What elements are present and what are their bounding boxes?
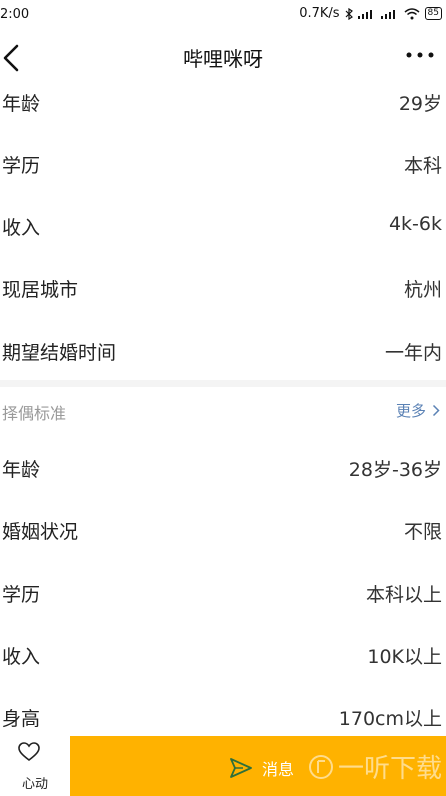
row-value: 本科 [403,155,442,177]
profile-row-age: 年龄 29岁 [0,82,446,122]
profile-row-income: 收入 4k-6k [0,206,446,246]
more-link-label: 更多 [395,402,426,420]
preference-row-marital-status: 婚姻状况 不限 [0,510,446,550]
status-time: 2:00 [0,7,30,22]
row-label: 收入 [2,217,41,239]
battery-indicator: 85 [424,7,442,20]
row-value: 29岁 [398,93,442,115]
more-link[interactable]: 更多 [396,400,440,421]
row-value: 10K以上 [367,646,442,668]
status-bar: 2:00 0.7K/s 85 [0,0,446,30]
signal-icon-2 [380,10,395,19]
row-value: 本科以上 [365,584,442,606]
row-label: 现居城市 [2,279,79,301]
row-label: 收入 [2,646,41,668]
row-value: 杭州 [403,279,442,301]
more-options-button[interactable] [400,40,440,70]
section-title: 择偶标准 [2,404,67,423]
profile-row-education: 学历 本科 [0,144,446,184]
profile-row-marriage-time: 期望结婚时间 一年内 [0,331,446,371]
row-label: 身高 [2,708,41,730]
send-icon [230,758,252,778]
row-label: 婚姻状况 [2,521,79,543]
preference-row-height: 身高 170cm以上 [0,697,446,737]
nav-bar: 哔哩咪呀 [0,30,446,84]
like-label: 心动 [21,777,48,792]
row-value: 一年内 [384,342,442,364]
row-value: 170cm以上 [338,708,442,730]
status-icons: 0.7K/s 85 [299,6,442,21]
profile-row-city: 现居城市 杭州 [0,268,446,308]
row-label: 期望结婚时间 [2,342,117,364]
preference-section-header: 择偶标准 更多 [0,392,446,428]
bluetooth-icon [345,7,353,20]
row-value: 不限 [403,521,442,543]
watermark: 一听下载 [308,748,442,785]
more-dots-icon [406,52,434,58]
message-label: 消息 [262,760,295,779]
preference-row-education: 学历 本科以上 [0,573,446,613]
message-button-content: 消息 [230,756,294,780]
page-title: 哔哩咪呀 [183,47,263,71]
preference-row-age: 年龄 28岁-36岁 [0,448,446,488]
row-value: 4k-6k [388,213,442,235]
chevron-right-icon [432,404,440,417]
row-label: 年龄 [2,93,41,115]
like-button[interactable]: 心动 [0,736,70,796]
wifi-icon [404,7,420,19]
row-label: 学历 [2,155,41,177]
signal-icon [357,10,372,19]
preference-row-income: 收入 10K以上 [0,635,446,675]
heart-icon [18,742,40,762]
bottom-action-bar: 心动 消息 一听下载 [0,736,446,796]
row-label: 学历 [2,584,41,606]
section-divider [0,380,446,387]
message-button[interactable]: 消息 一听下载 [70,736,446,796]
row-label: 年龄 [2,459,41,481]
watermark-logo-icon [308,754,333,779]
network-speed: 0.7K/s [299,6,340,21]
row-value: 28岁-36岁 [348,459,442,481]
watermark-text: 一听下载 [337,754,442,784]
